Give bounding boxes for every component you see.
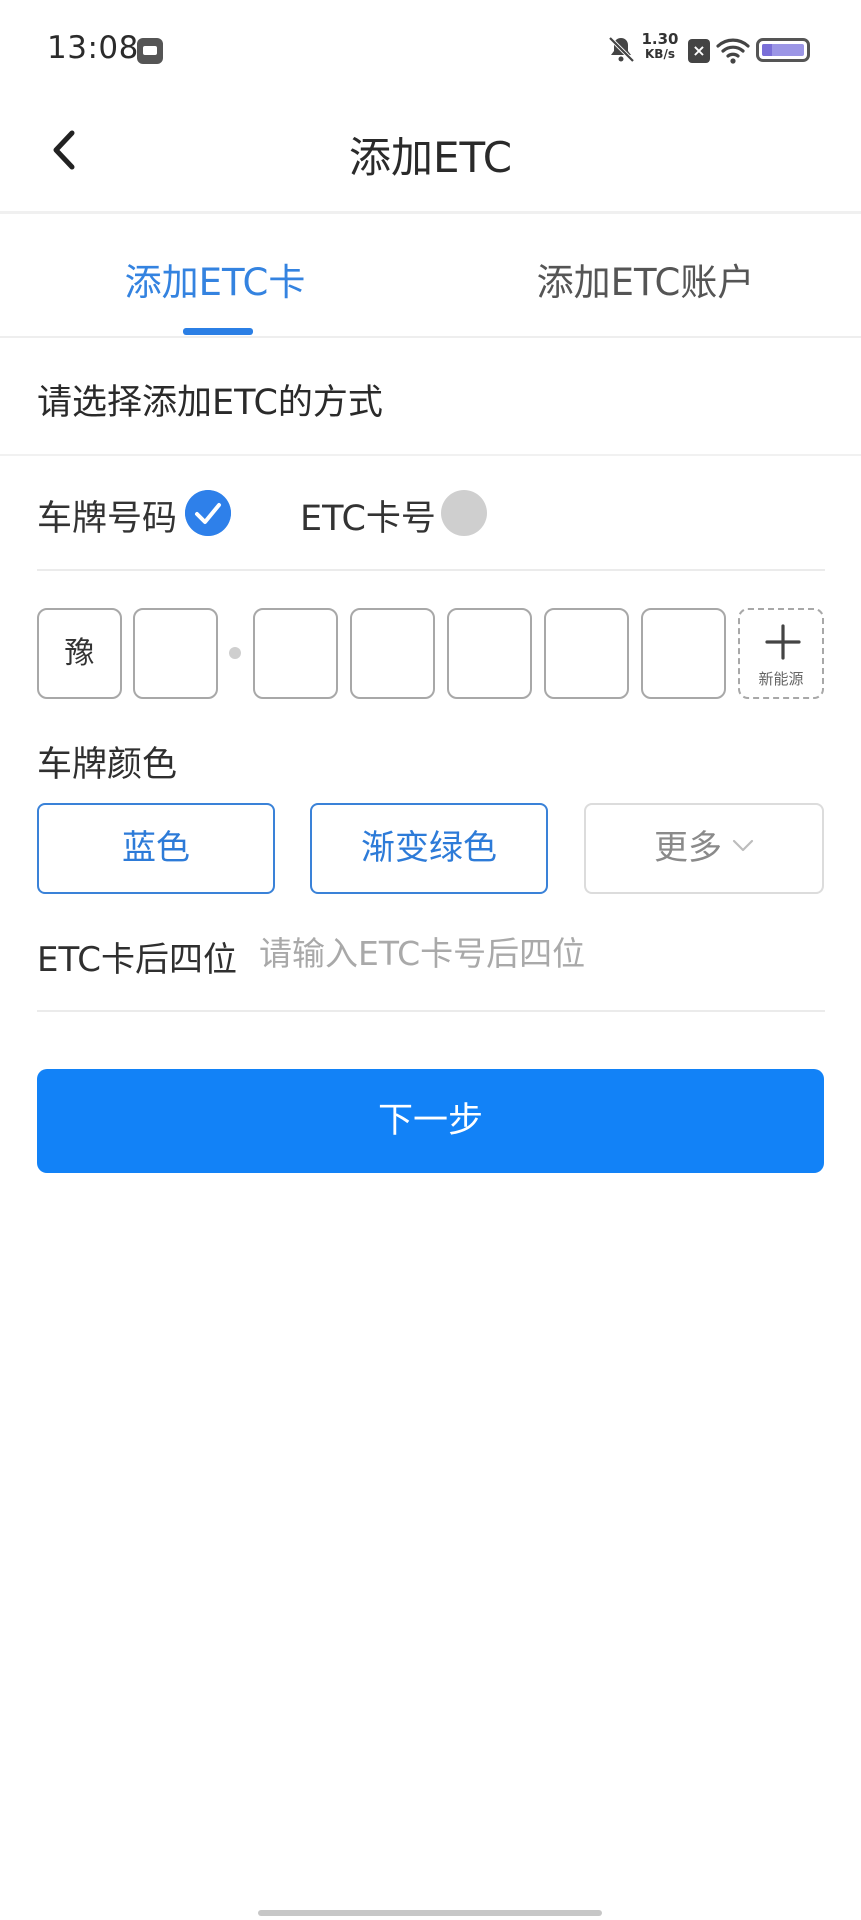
network-speed: 1.30 KB/s — [640, 32, 680, 62]
tab-add-etc-card[interactable]: 添加ETC卡 — [0, 252, 430, 306]
plate-char-box-3[interactable] — [350, 608, 435, 699]
plate-number-radio-checked-icon[interactable] — [185, 490, 231, 536]
more-label: 更多 — [654, 828, 722, 868]
option-etc-card-number[interactable]: ETC卡号 — [300, 490, 436, 541]
next-step-button[interactable]: 下一步 — [37, 1069, 824, 1173]
plate-separator-dot — [229, 647, 241, 659]
new-energy-label: 新能源 — [758, 670, 804, 688]
status-time: 13:08 — [47, 30, 139, 66]
plate-char-box-6[interactable] — [641, 608, 726, 699]
chevron-down-icon — [732, 839, 754, 851]
plate-color-label: 车牌颜色 — [37, 745, 178, 785]
tab-bar: 添加ETC卡 添加ETC账户 — [0, 214, 861, 338]
battery-icon — [756, 38, 810, 62]
etc-card-radio-unchecked-icon[interactable] — [441, 490, 487, 536]
plate-char-box-1[interactable] — [133, 608, 218, 699]
method-section-header: 请选择添加ETC的方式 — [0, 338, 861, 456]
plate-color-gradient-green-button[interactable]: 渐变绿色 — [310, 803, 548, 894]
bell-muted-icon — [608, 36, 635, 63]
plate-char-box-4[interactable] — [447, 608, 532, 699]
plate-color-more-button[interactable]: 更多 — [584, 803, 824, 894]
new-energy-plate-button[interactable]: 新能源 — [738, 608, 824, 699]
etc-card-last4-label: ETC卡后四位 — [37, 940, 237, 980]
method-options: 车牌号码 ETC卡号 — [37, 456, 825, 571]
add-etc-screen: 13:08 1.30 KB/s × 添加ETC 添加ETC卡 添加ETC账户 请… — [0, 0, 861, 1920]
battery-level — [762, 44, 804, 56]
home-indicator[interactable] — [258, 1910, 602, 1916]
tab-active-indicator — [183, 328, 253, 335]
plus-icon — [765, 624, 801, 660]
network-speed-value: 1.30 — [641, 30, 679, 48]
plate-color-blue-button[interactable]: 蓝色 — [37, 803, 275, 894]
network-speed-unit: KB/s — [645, 47, 675, 61]
section-title: 请选择添加ETC的方式 — [37, 383, 383, 423]
etc-card-last4-input[interactable] — [259, 924, 819, 982]
status-bar: 13:08 1.30 KB/s × — [0, 0, 861, 100]
plate-char-box-2[interactable] — [253, 608, 338, 699]
data-off-icon: × — [688, 39, 710, 63]
plate-province-char: 豫 — [64, 636, 95, 671]
wifi-icon — [716, 38, 750, 64]
plate-char-box-5[interactable] — [544, 608, 629, 699]
tab-add-etc-account[interactable]: 添加ETC账户 — [430, 252, 861, 306]
plate-province-box[interactable]: 豫 — [37, 608, 122, 699]
etc-card-last4-row: ETC卡后四位 — [37, 906, 825, 1012]
page-title: 添加ETC — [348, 133, 513, 182]
option-plate-number[interactable]: 车牌号码 — [37, 490, 177, 541]
nav-bar: 添加ETC — [0, 100, 861, 214]
app-notification-icon — [137, 38, 163, 64]
